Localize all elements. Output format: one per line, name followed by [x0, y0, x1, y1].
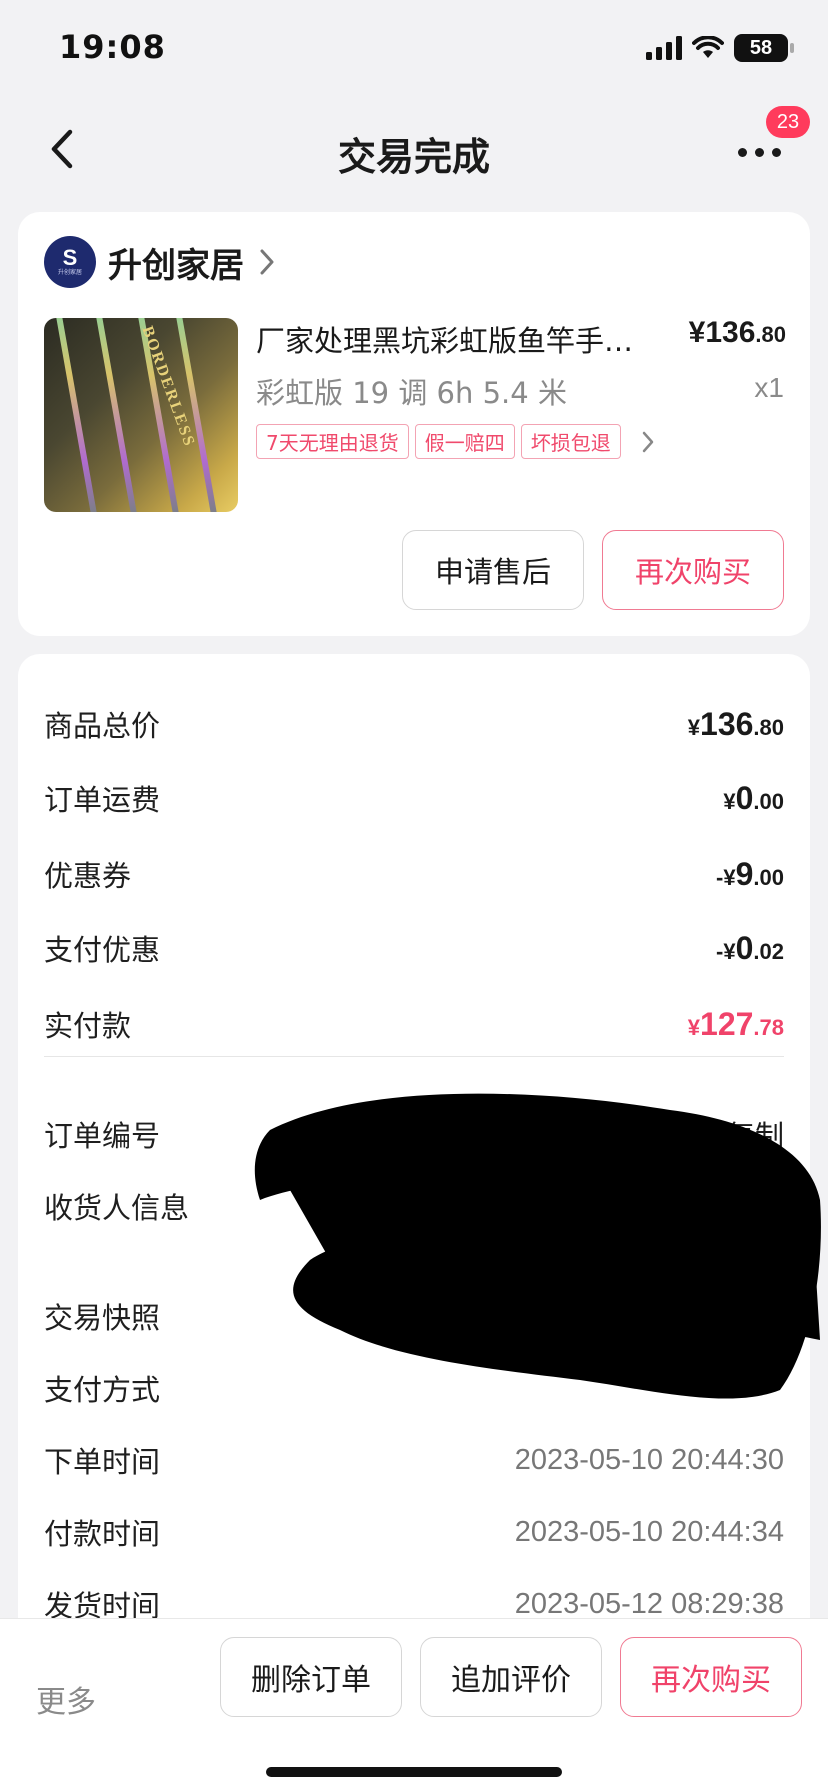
- copy-order-number-button[interactable]: 复制: [714, 1119, 784, 1153]
- pay-discount-label: 支付优惠: [44, 933, 161, 967]
- shop-logo-letter: S: [62, 245, 78, 270]
- tag-fake-compensation: 假一赔四: [414, 424, 515, 459]
- product-image[interactable]: BORDERLESS: [44, 318, 238, 512]
- order-detail-card: 商品总价 ¥136.80 订单运费 ¥0.00 优惠券 -¥9.00 支付优惠 …: [18, 654, 810, 1654]
- product-price: ¥136.80: [689, 316, 786, 350]
- goods-total-value: ¥136.80: [687, 705, 784, 742]
- receiver-info-row[interactable]: 收货人信息: [44, 1184, 784, 1228]
- pay-time-value: 2023-05-10 20:44:34: [514, 1515, 784, 1548]
- order-number-row: 订单编号 6918300946172139261 复制: [44, 1112, 784, 1156]
- tag-damage-refund: 坏损包退: [520, 424, 621, 459]
- goods-total-row: 商品总价 ¥136.80: [44, 702, 784, 746]
- shop-name: 升创家居: [108, 245, 244, 286]
- add-review-button[interactable]: 追加评价: [420, 1637, 602, 1717]
- ship-time-value: 2023-05-12 08:29:38: [514, 1587, 784, 1620]
- cellular-signal-icon: [646, 36, 682, 60]
- product-spec: 彩虹版 19 调 6h 5.4 米: [256, 376, 567, 410]
- rebuy-bottom-button[interactable]: 再次购买: [620, 1637, 802, 1717]
- price-decimal: .80: [755, 322, 786, 347]
- shipping-label: 订单运费: [44, 783, 161, 817]
- pay-time-label: 付款时间: [44, 1517, 161, 1551]
- battery-icon: 58: [734, 34, 794, 62]
- order-card: S 升创家居 升创家居 BORDERLESS 厂家处理黑坑彩虹版鱼竿手竿19调台…: [18, 212, 810, 636]
- message-count-badge: 23: [766, 106, 810, 138]
- chevron-right-icon: [260, 249, 274, 275]
- order-number-value: 6918300946172139261 复制: [399, 1113, 784, 1155]
- tag-return-7days: 7天无理由退货: [256, 424, 409, 459]
- shop-logo: S 升创家居: [44, 236, 96, 288]
- status-bar: 19:08 58: [0, 0, 828, 100]
- paid-amount-label: 实付款: [44, 1009, 132, 1043]
- pay-discount-value: -¥0.02: [716, 929, 784, 966]
- price-integer: 136: [705, 316, 756, 349]
- goods-total-label: 商品总价: [44, 709, 161, 743]
- nav-bar: 交易完成 23: [0, 100, 828, 200]
- battery-level: 58: [749, 36, 773, 59]
- trade-snapshot-label: 交易快照: [44, 1301, 161, 1335]
- pay-discount-row: 支付优惠 -¥0.02: [44, 926, 784, 970]
- coupon-value: -¥9.00: [716, 855, 784, 892]
- coupon-row: 优惠券 -¥9.00: [44, 852, 784, 896]
- service-tags[interactable]: 7天无理由退货 假一赔四 坏损包退: [256, 424, 655, 459]
- payment-method-row: 支付方式: [44, 1366, 784, 1410]
- paid-amount-value: ¥127.78: [687, 1005, 784, 1042]
- status-time: 19:08: [59, 28, 166, 66]
- home-indicator: [266, 1767, 562, 1777]
- divider: [44, 1056, 784, 1057]
- product-title[interactable]: 厂家处理黑坑彩虹版鱼竿手竿19调台钓竿: [256, 318, 636, 360]
- after-sales-button[interactable]: 申请售后: [402, 530, 584, 610]
- shipping-value: ¥0.00: [723, 779, 784, 816]
- trade-snapshot-row[interactable]: 交易快照: [44, 1294, 784, 1338]
- order-number-label: 订单编号: [44, 1119, 161, 1153]
- payment-method-label: 支付方式: [44, 1373, 161, 1407]
- order-time-row: 下单时间 2023-05-10 20:44:30: [44, 1438, 784, 1482]
- wifi-icon: [692, 36, 724, 58]
- paid-amount-row: 实付款 ¥127.78: [44, 1002, 784, 1046]
- status-icons: 58: [646, 34, 794, 62]
- receiver-info-label: 收货人信息: [44, 1191, 190, 1225]
- coupon-label: 优惠券: [44, 859, 132, 893]
- shop-header[interactable]: S 升创家居 升创家居: [44, 236, 276, 288]
- delete-order-button[interactable]: 删除订单: [220, 1637, 402, 1717]
- pay-time-row: 付款时间 2023-05-10 20:44:34: [44, 1510, 784, 1554]
- product-quantity: x1: [754, 372, 784, 403]
- shop-logo-subtext: 升创家居: [57, 269, 82, 276]
- order-number: 6918300946172139261: [398, 1121, 705, 1153]
- more-link[interactable]: 更多: [36, 1677, 96, 1721]
- price-currency: ¥: [688, 316, 706, 349]
- order-time-value: 2023-05-10 20:44:30: [514, 1443, 784, 1476]
- rebuy-button[interactable]: 再次购买: [602, 530, 784, 610]
- chevron-right-icon: [642, 431, 653, 452]
- page-title: 交易完成: [337, 135, 490, 179]
- bottom-action-bar: 更多 删除订单 追加评价 再次购买: [0, 1618, 828, 1792]
- shipping-row: 订单运费 ¥0.00: [44, 776, 784, 820]
- order-time-label: 下单时间: [44, 1445, 161, 1479]
